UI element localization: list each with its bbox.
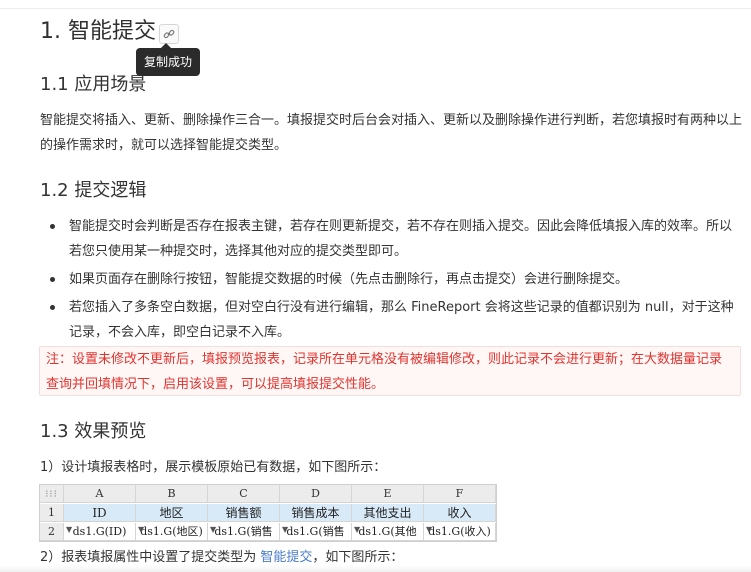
column-header: F	[424, 485, 496, 503]
list-item: 智能提交时会判断是否存在报表主键，若存在则更新提交，若不存在则插入提交。因此会降…	[40, 214, 740, 264]
grip-icon: ⁝⁝⁝	[45, 489, 58, 500]
column-header: C	[208, 485, 280, 503]
list-item: 若您插入了多条空白数据，但对空白行没有进行编辑，那么 FineReport 会将…	[40, 295, 740, 345]
column-header: B	[136, 485, 208, 503]
link-icon	[163, 29, 175, 39]
section-title-scenario: 1.1 应用场景	[40, 74, 147, 95]
expand-down-icon: ▼	[138, 525, 145, 534]
scenario-paragraph: 智能提交将插入、更新、删除操作三合一。填报提交时后台会对插入、更新以及删除操作进…	[40, 113, 743, 153]
table-cell: ds1.G(地区)	[140, 525, 203, 538]
top-divider	[0, 0, 751, 9]
section-title-preview: 1.3 效果预览	[40, 421, 147, 442]
bottom-shadow	[0, 565, 751, 572]
smart-submit-link[interactable]: 智能提交	[260, 550, 312, 565]
step-two-prefix: 2）报表填报属性中设置了提交类型为	[40, 550, 261, 565]
table-cell: ID	[64, 504, 136, 522]
table-cell: 其他支出	[352, 504, 424, 522]
step-two-suffix: ，如下图所示：	[312, 550, 404, 565]
table-cell: ds1.G(销售	[214, 525, 273, 538]
column-header: A	[64, 485, 136, 503]
step-one-text: 1）设计填报表格时，展示模板原始已有数据，如下图所示：	[40, 460, 387, 475]
table-cell: ds1.G(销售	[286, 525, 345, 538]
row-number: 1	[40, 504, 64, 522]
spreadsheet-preview: ⁝⁝⁝ A B C D E F 1 ID 地区 销售额 销售成本 其他支出 收入…	[39, 484, 497, 542]
row-number: 2	[40, 523, 64, 541]
table-cell: ds1.G(收入)	[428, 525, 491, 538]
table-cell: ds1.G(其他	[358, 525, 417, 538]
logic-list: 智能提交时会判断是否存在报表主键，若存在则更新提交，若不存在则插入提交。因此会降…	[40, 214, 740, 348]
expand-down-icon: ▼	[210, 525, 217, 534]
expand-down-icon: ▼	[354, 525, 361, 534]
copy-link-button[interactable]	[159, 24, 179, 44]
expand-down-icon: ▼	[66, 525, 73, 534]
table-cell: 收入	[424, 504, 496, 522]
expand-down-icon: ▼	[426, 525, 433, 534]
table-cell: 销售额	[208, 504, 280, 522]
page-title: 1. 智能提交	[40, 19, 156, 44]
table-cell: ds1.G(ID)	[72, 525, 127, 538]
column-header: E	[352, 485, 424, 503]
list-item: 如果页面存在删除行按钮，智能提交数据的时候（先点击删除行，再点击提交）会进行删除…	[40, 267, 740, 292]
section-title-logic: 1.2 提交逻辑	[40, 180, 147, 201]
expand-down-icon: ▼	[282, 525, 289, 534]
table-cell: 销售成本	[280, 504, 352, 522]
column-header: D	[280, 485, 352, 503]
table-cell: 地区	[136, 504, 208, 522]
warning-note: 注：设置未修改不更新后，填报预览报表，记录所在单元格没有被编辑修改，则此记录不会…	[39, 346, 741, 396]
